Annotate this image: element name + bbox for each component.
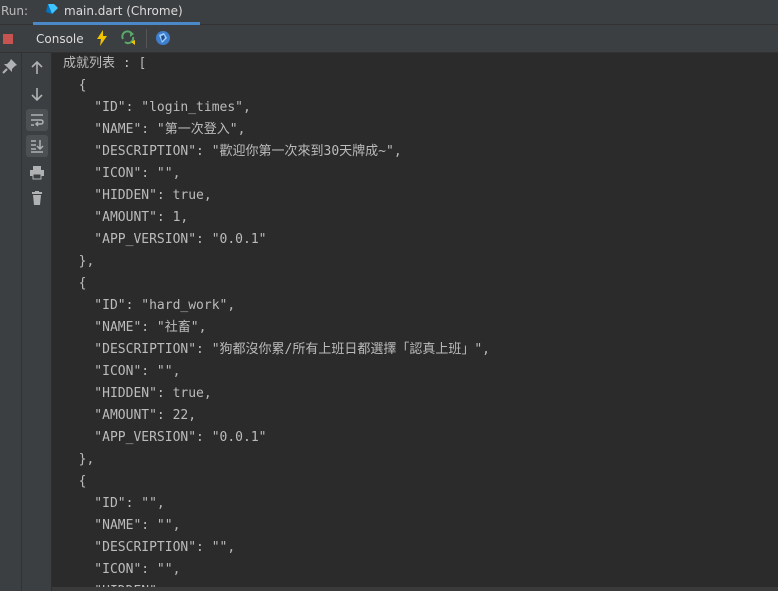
horizontal-scrollbar[interactable]: [52, 587, 778, 591]
console-line: "NAME": "",: [63, 518, 181, 533]
run-side-strip: [0, 53, 22, 591]
console-line: 成就列表 : [: [63, 56, 147, 71]
scroll-to-end-button[interactable]: [26, 135, 48, 157]
run-label: Run:: [1, 4, 29, 18]
console-line: "NAME": "社畜",: [63, 320, 207, 335]
stop-icon[interactable]: [3, 34, 13, 44]
console-line: {: [63, 474, 87, 489]
soft-wrap-button[interactable]: [26, 109, 48, 131]
console-line: "DESCRIPTION": "狗都沒你累/所有上班日都選擇「認真上班」",: [63, 342, 491, 357]
console-line: "DESCRIPTION": "歡迎你第一次來到30天牌成~",: [63, 144, 402, 159]
scroll-to-end-icon: [31, 140, 44, 153]
run-config-tab[interactable]: main.dart (Chrome): [33, 0, 200, 25]
run-toolbar: Console: [0, 25, 778, 53]
console-line: "AMOUNT": 1,: [63, 210, 189, 225]
arrow-down-icon: [31, 88, 43, 102]
run-tool-window-header: Run: main.dart (Chrome): [0, 0, 778, 25]
arrow-up-icon: [31, 60, 43, 74]
console-line: {: [63, 276, 87, 291]
scroll-down-button[interactable]: [26, 83, 48, 105]
console-line: "ICON": "",: [63, 364, 181, 379]
console-line: "APP_VERSION": "0.0.1": [63, 232, 267, 247]
console-line: "APP_VERSION": "0.0.1": [63, 430, 267, 445]
scroll-up-button[interactable]: [26, 57, 48, 79]
restart-icon[interactable]: [120, 30, 137, 46]
console-output-area[interactable]: 成就列表 : [ { "ID": "login_times", "NAME": …: [52, 53, 778, 587]
console-line: {: [63, 78, 87, 93]
clear-console-button[interactable]: [26, 187, 48, 209]
console-line: },: [63, 452, 95, 467]
toolbar-divider: [146, 29, 147, 48]
console-line: "AMOUNT": 22,: [63, 408, 197, 423]
soft-wrap-icon: [31, 114, 44, 127]
console-line: "NAME": "第一次登入",: [63, 122, 246, 137]
console-output: 成就列表 : [ { "ID": "login_times", "NAME": …: [63, 53, 490, 587]
console-line: "ICON": "",: [63, 166, 181, 181]
console-line: "ID": "login_times",: [63, 100, 251, 115]
console-line: "DESCRIPTION": "",: [63, 540, 236, 555]
tab-console[interactable]: Console: [36, 32, 84, 46]
print-button[interactable]: [26, 161, 48, 183]
dart-devtools-icon[interactable]: [155, 30, 171, 46]
dart-icon: [46, 4, 58, 14]
console-line: "ICON": "",: [63, 562, 181, 577]
console-line: "HIDDEN": true,: [63, 386, 212, 401]
console-line: "ID": "hard_work",: [63, 298, 236, 313]
trash-icon: [32, 191, 42, 205]
console-line: "ID": "",: [63, 496, 165, 511]
console-action-bar: [22, 53, 52, 591]
run-tab-label: main.dart (Chrome): [64, 4, 183, 18]
console-line: "HIDDEN": true,: [63, 188, 212, 203]
console-line: },: [63, 254, 95, 269]
print-icon: [30, 166, 44, 180]
pin-icon[interactable]: [2, 58, 18, 74]
lightning-icon[interactable]: [95, 30, 109, 46]
